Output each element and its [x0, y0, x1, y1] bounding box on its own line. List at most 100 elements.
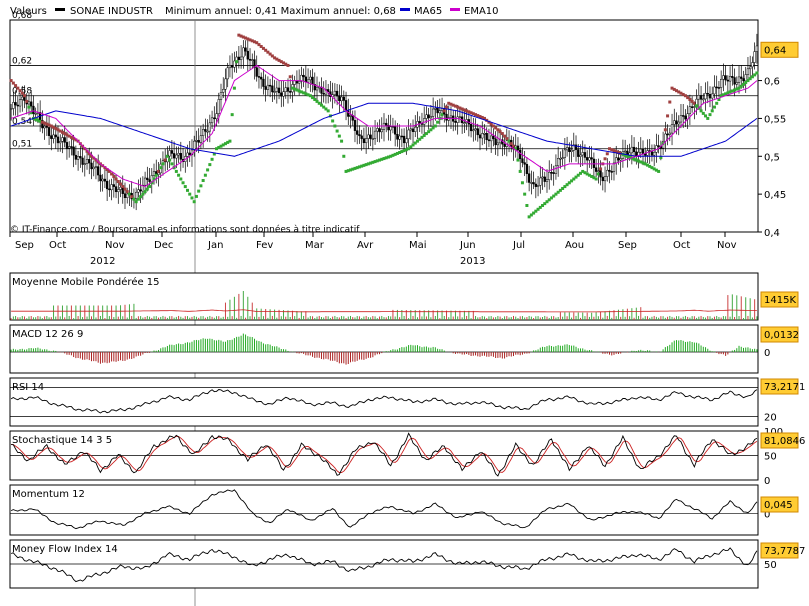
year-label: 2012 [90, 256, 115, 267]
sar-dot [342, 154, 346, 158]
candle-body [436, 108, 439, 114]
candle-body [126, 193, 129, 198]
macd-last-value: 0,0132 [764, 330, 799, 341]
candle-body [601, 176, 604, 182]
candle-body [742, 78, 745, 82]
candle-body [429, 116, 433, 119]
momentum-panel: Momentum 1200,045 [9, 484, 799, 536]
candle-body [251, 59, 254, 61]
candle-body [400, 135, 404, 138]
candle-body [746, 68, 750, 75]
candle-body [592, 158, 596, 168]
candle-body [675, 120, 678, 125]
candle-body [146, 177, 149, 180]
candle-body [427, 114, 430, 119]
candle-body [12, 102, 15, 109]
candle-body [402, 135, 406, 144]
candle-body [284, 87, 287, 92]
candle-body [492, 135, 495, 140]
candle-body [110, 184, 113, 191]
candle-body [586, 157, 589, 161]
candle-body [755, 45, 759, 52]
candle-body [74, 154, 78, 160]
sar-dot [337, 134, 341, 138]
candle-body [751, 62, 754, 68]
candle-body [94, 166, 98, 168]
candle-body [731, 76, 734, 78]
candle-body [590, 157, 593, 160]
sar-dot [210, 157, 214, 161]
candle-body [246, 50, 249, 60]
candle-body [697, 95, 700, 100]
candle-body [88, 159, 91, 164]
candle-body [23, 96, 26, 101]
price-right-tick-label: 0,6 [764, 77, 780, 88]
candle-body [623, 150, 627, 153]
g-stoch-tick-label: 0 [764, 476, 770, 487]
candle-body [532, 182, 535, 185]
g-mfi-last-value: 73,7787 [764, 546, 805, 557]
candle-body [112, 184, 115, 187]
sar-dot [177, 173, 181, 177]
candle-body [653, 152, 656, 156]
sar-dot [168, 158, 172, 162]
candle-body [295, 80, 299, 84]
candle-body [548, 172, 551, 180]
candle-body [603, 176, 607, 182]
candle-body [657, 145, 660, 147]
candle-body [266, 84, 270, 90]
candle-body [394, 126, 397, 135]
candle-body [407, 129, 410, 140]
candle-body [664, 133, 667, 142]
candle-body [280, 92, 283, 97]
candle-body [619, 158, 622, 161]
candle-body [554, 165, 558, 174]
candle-body [469, 124, 473, 132]
month-label: Fev [256, 240, 273, 251]
sar-dot [199, 184, 203, 188]
month-label: Mai [409, 240, 427, 251]
candle-body [581, 152, 584, 156]
candle-body [90, 162, 93, 170]
candle-body [478, 134, 482, 139]
candle-body [702, 98, 705, 101]
candle-body [463, 122, 466, 124]
sar-dot [288, 75, 292, 79]
candle-body [724, 75, 727, 81]
candle-body [516, 145, 520, 151]
candle-body [431, 108, 435, 117]
candle-body [458, 116, 462, 119]
candle-body [186, 152, 189, 157]
sar-dot [335, 129, 339, 133]
candle-body [644, 153, 647, 156]
candle-body [264, 86, 267, 90]
candle-body [237, 56, 241, 60]
candle-body [597, 170, 600, 172]
candle-body [282, 91, 285, 97]
sar-dot [230, 113, 234, 117]
candle-body [213, 117, 216, 120]
candle-body [215, 113, 218, 120]
candle-body [650, 151, 654, 156]
candle-body [99, 174, 102, 182]
candle-body [63, 137, 66, 143]
sar-dot [440, 113, 444, 117]
sar-dot [605, 152, 609, 156]
sar-dot [165, 154, 169, 158]
volume-last-value: 1415K [764, 295, 796, 306]
candle-body [217, 99, 220, 114]
candle-body [735, 82, 738, 85]
candle-body [65, 142, 69, 149]
sar-dot [668, 100, 672, 104]
candle-body [720, 78, 723, 88]
candle-body [108, 188, 111, 191]
candle-body [684, 115, 687, 120]
g-rsi-frame [9, 377, 759, 427]
candle-body [539, 177, 542, 186]
macd-panel: MACD 12 26 9 0,0132 0 [9, 324, 799, 374]
candle-body [563, 149, 567, 158]
candle-body [682, 115, 685, 117]
candle-body [398, 135, 401, 140]
candle-body [706, 92, 709, 95]
price-right-tick-label: 0,4 [764, 228, 780, 239]
